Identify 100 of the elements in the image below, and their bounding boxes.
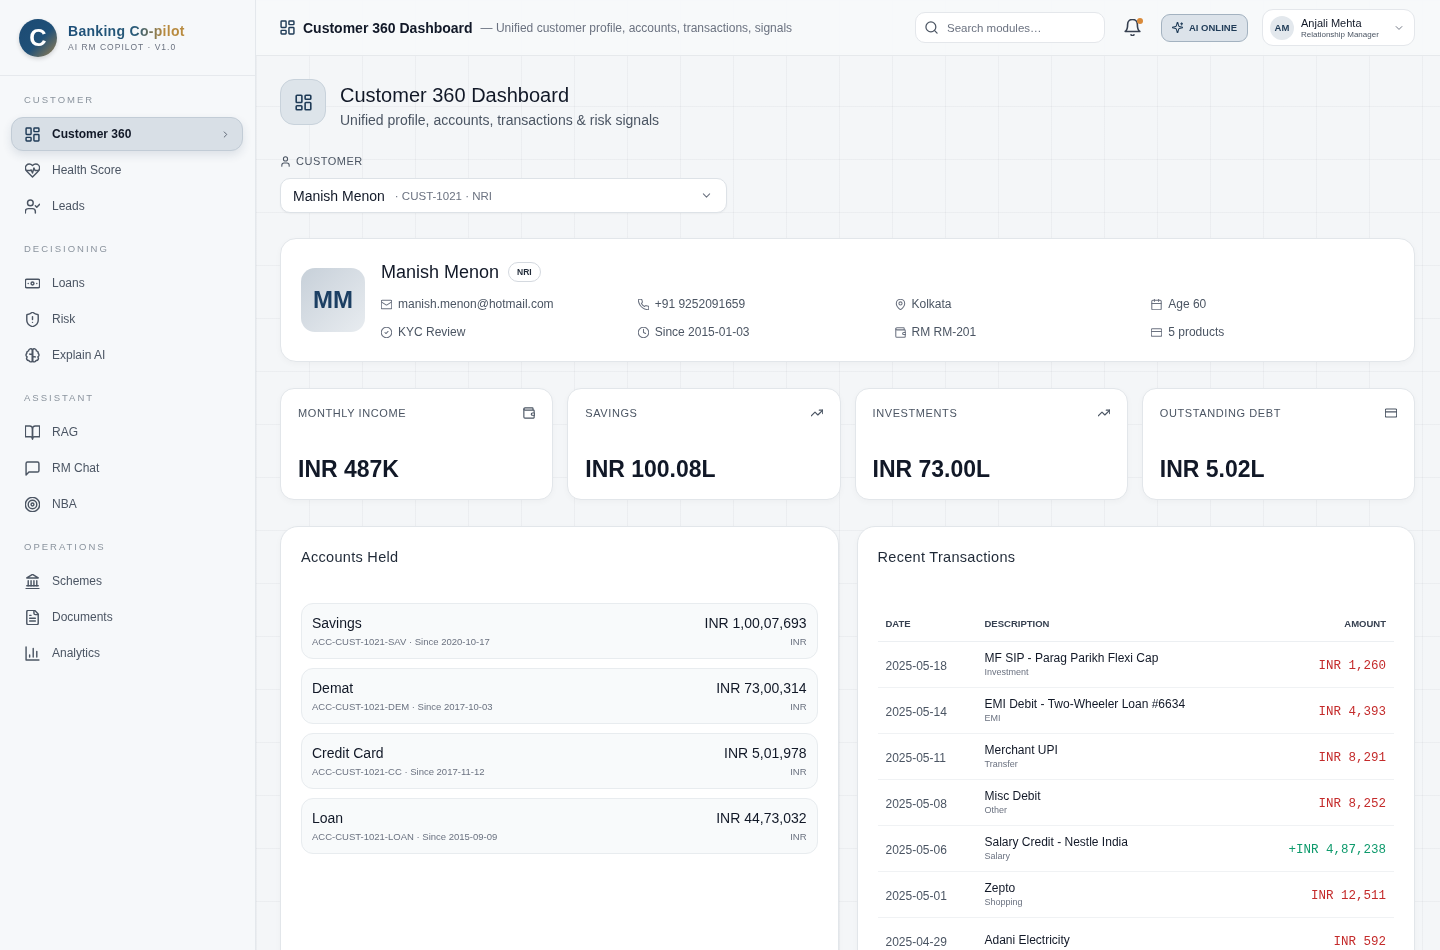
account-meta: ACC-CUST-1021-SAV · Since 2020-10-17	[312, 636, 490, 648]
dashboard-icon	[25, 126, 40, 142]
user-avatar: AM	[1270, 15, 1294, 40]
sidebar-item[interactable]: Risk	[11, 302, 243, 336]
transaction-description: Merchant UPI	[984, 743, 1059, 758]
map-pin-icon	[894, 298, 906, 310]
account-name: Savings	[312, 614, 363, 632]
kpi-label: OUTSTANDING DEBT	[1159, 406, 1281, 420]
app-name: Banking Co-pilot	[68, 23, 185, 39]
transaction-date: 2025-05-01	[885, 888, 948, 903]
section-heading: ASSISTANT	[23, 391, 96, 405]
kpi-value: INR 487K	[298, 455, 400, 483]
section-heading: OPERATIONS	[23, 540, 107, 554]
dashboard-icon	[294, 93, 312, 111]
page-subtitle: — Unified customer profile, accounts, transactions, signals	[480, 20, 793, 35]
column-header: DATE	[885, 617, 912, 629]
account-name: Demat	[312, 679, 355, 697]
transaction-description: MF SIP - Parag Parikh Flexi Cap	[984, 651, 1160, 666]
account-name: Credit Card	[312, 744, 385, 762]
customer-select[interactable]: Manish Menon · CUST-1021 · NRI	[280, 178, 727, 213]
section-heading: DECISIONING	[23, 242, 110, 256]
sparkle-icon	[1171, 22, 1183, 33]
account-currency: INR	[790, 766, 807, 778]
sidebar-item[interactable]: RAG	[11, 415, 243, 449]
account-name: Loan	[312, 809, 345, 827]
account-balance: INR 44,73,032	[716, 809, 807, 827]
sidebar-item[interactable]: Leads	[11, 189, 243, 223]
user-name: Anjali Mehta	[1301, 16, 1363, 29]
transaction-amount: INR 592	[1333, 933, 1386, 949]
account-row[interactable]: Loan ACC-CUST-1021-LOAN · Since 2015-09-09 INR 44,73,032 INR	[301, 798, 818, 854]
account-row[interactable]: Credit Card ACC-CUST-1021-CC · Since 2017-11-12 INR 5,01,978 INR	[301, 733, 818, 789]
sidebar-item[interactable]: Explain AI	[11, 338, 243, 372]
transaction-date: 2025-05-11	[885, 750, 947, 765]
transaction-description: Misc Debit	[984, 789, 1042, 804]
transaction-date: 2025-05-14	[885, 704, 948, 719]
sidebar-item[interactable]: Loans	[11, 266, 243, 300]
account-meta: ACC-CUST-1021-LOAN · Since 2015-09-09	[312, 831, 498, 843]
transaction-amount: INR 4,393	[1318, 703, 1386, 719]
transaction-category: Investment	[984, 667, 1030, 678]
transaction-date: 2025-05-06	[885, 842, 948, 857]
transaction-amount: +INR 4,87,238	[1288, 841, 1386, 857]
panel-title: Accounts Held	[301, 548, 400, 567]
calendar-icon	[1151, 298, 1163, 310]
shield-alert-icon	[25, 311, 40, 327]
phone-icon	[637, 298, 649, 310]
kpi-label: SAVINGS	[585, 406, 638, 420]
field-label: CUSTOMER	[296, 154, 363, 168]
sidebar-item[interactable]: Schemes	[11, 564, 243, 598]
transaction-category: Transfer	[984, 759, 1019, 770]
transaction-category: Other	[984, 805, 1008, 816]
transaction-amount: INR 8,291	[1318, 749, 1386, 765]
dashboard-title: Customer 360 Dashboard	[340, 83, 570, 107]
trending-up-icon	[1097, 407, 1110, 419]
chevron-right-icon	[221, 129, 230, 139]
profile-detail: RM RM-201	[911, 324, 977, 340]
customer-avatar: MM	[301, 268, 365, 332]
panel-title: Recent Transactions	[877, 548, 1017, 567]
sidebar-item[interactable]: RM Chat	[11, 451, 243, 485]
section-heading: CUSTOMER	[23, 93, 96, 107]
sidebar-item[interactable]: Documents	[11, 600, 243, 634]
account-row[interactable]: Demat ACC-CUST-1021-DEM · Since 2017-10-03 INR 73,00,314 INR	[301, 668, 818, 724]
transaction-description: EMI Debit - Two-Wheeler Loan #6634	[984, 697, 1187, 712]
profile-detail: 5 products	[1168, 324, 1225, 340]
search-field[interactable]: Search modules…	[914, 12, 1105, 43]
sidebar-item[interactable]: NBA	[11, 487, 243, 521]
mail-icon	[381, 298, 392, 310]
page-title: Customer 360 Dashboard	[303, 19, 473, 36]
transaction-category: Shopping	[984, 897, 1024, 908]
transaction-date: 2025-05-08	[885, 796, 948, 811]
kpi-value: INR 73.00L	[872, 455, 992, 483]
bell-icon	[1123, 19, 1141, 36]
account-balance: INR 5,01,978	[724, 744, 807, 762]
transaction-description: Zepto	[984, 881, 1017, 896]
app-logo: C	[19, 18, 57, 57]
account-meta: ACC-CUST-1021-DEM · Since 2017-10-03	[312, 701, 493, 713]
account-currency: INR	[790, 831, 807, 843]
sidebar-item[interactable]: Analytics	[11, 636, 243, 670]
account-row[interactable]: Savings ACC-CUST-1021-SAV · Since 2020-10-17 INR 1,00,07,693 INR	[301, 603, 818, 659]
brain-icon	[25, 347, 40, 363]
app-tagline: AI RM COPILOT · V1.0	[68, 42, 178, 52]
column-header: DESCRIPTION	[984, 617, 1051, 629]
kpi-label: INVESTMENTS	[872, 406, 958, 420]
customer-name: Manish Menon	[381, 261, 500, 283]
kpi-label: MONTHLY INCOME	[298, 406, 407, 420]
chevron-down-icon	[701, 190, 712, 201]
document-icon	[25, 609, 40, 625]
transaction-category: EMI	[984, 713, 1002, 724]
notifications-button[interactable]	[1123, 18, 1142, 37]
transaction-description: Adani Electricity	[984, 933, 1071, 948]
profile-detail: +91 9252091659	[654, 296, 746, 312]
sidebar-item[interactable]: Customer 360	[11, 117, 243, 151]
open-book-icon	[25, 424, 40, 440]
clock-icon	[637, 326, 649, 338]
ai-status-button[interactable]: AI ONLINE	[1160, 13, 1248, 42]
user-menu[interactable]: AM Anjali Mehta Relationship Manager	[1262, 9, 1415, 46]
credit-card-icon	[1151, 326, 1163, 338]
dashboard-icon	[280, 20, 295, 35]
sidebar-item[interactable]: Health Score	[11, 153, 243, 187]
target-icon	[25, 496, 40, 512]
profile-detail: Age 60	[1168, 296, 1207, 312]
